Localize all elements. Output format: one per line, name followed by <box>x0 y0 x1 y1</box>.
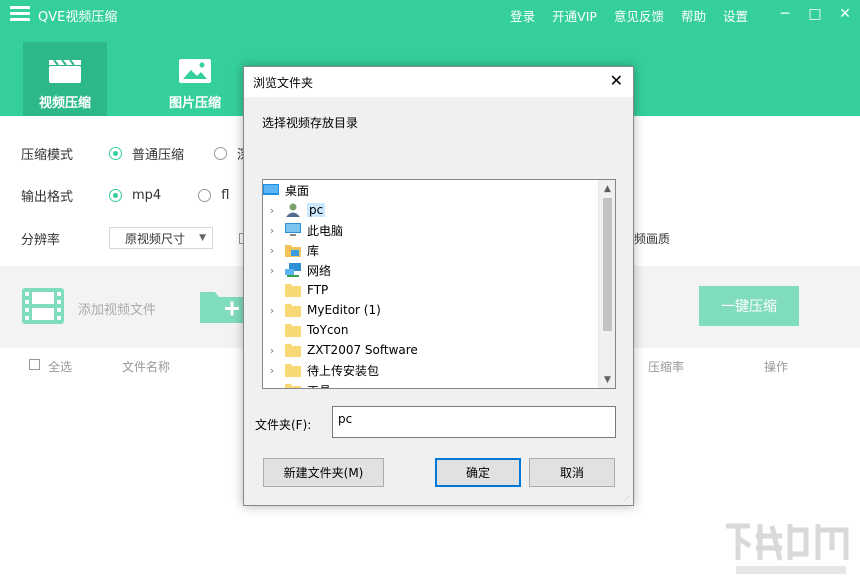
dialog-title: 浏览文件夹 <box>253 74 313 91</box>
folder-label: 文件夹(F): <box>255 416 311 433</box>
resize-grip-icon[interactable]: ⋰ <box>623 495 631 503</box>
app-logo-icon <box>10 6 30 22</box>
window-controls: ─ □ ✕ <box>770 0 860 28</box>
computer-icon <box>285 223 301 237</box>
folder-icon <box>285 303 301 317</box>
desktop-icon <box>263 183 279 197</box>
tree-scrollbar[interactable]: ▲ ▼ <box>598 180 615 388</box>
help-link[interactable]: 帮助 <box>681 6 706 25</box>
browse-folder-dialog: 浏览文件夹 ✕ 选择视频存放目录 桌面 › pc › 此电脑 › 库 › 网络 <box>243 66 634 506</box>
chevron-right-icon[interactable]: › <box>267 224 277 237</box>
chevron-down-icon: ▼ <box>199 233 206 243</box>
folder-icon <box>285 343 301 357</box>
maximize-button[interactable]: □ <box>800 0 830 28</box>
folder-input[interactable]: pc <box>332 406 616 438</box>
folder-tree[interactable]: 桌面 › pc › 此电脑 › 库 › 网络 FTP › <box>262 179 616 389</box>
add-folder-icon[interactable] <box>199 288 245 324</box>
new-folder-button[interactable]: 新建文件夹(M) <box>263 458 384 487</box>
output-format-row: 输出格式 mp4 fl <box>21 186 259 205</box>
resolution-select[interactable]: 原视频尺寸 ▼ <box>109 227 213 249</box>
compress-mode-label: 压缩模式 <box>21 144 109 163</box>
tree-item-pending-upload[interactable]: › 待上传安装包 <box>267 360 379 380</box>
chevron-right-icon[interactable]: › <box>267 344 277 357</box>
format-flv-radio[interactable] <box>198 189 211 202</box>
format-mp4-radio[interactable] <box>109 189 122 202</box>
format-flv-label: fl <box>221 188 229 203</box>
resolution-row: 分辨率 原视频尺寸 ▼ <box>21 227 250 249</box>
chevron-right-icon[interactable]: › <box>267 364 277 377</box>
login-link[interactable]: 登录 <box>510 6 535 25</box>
tree-item-ftp[interactable]: FTP <box>267 280 328 300</box>
dialog-title-bar: 浏览文件夹 ✕ <box>244 67 633 97</box>
format-mp4-label: mp4 <box>132 188 161 203</box>
chevron-right-icon[interactable]: › <box>267 384 277 390</box>
folder-icon <box>285 283 301 297</box>
tree-item-network[interactable]: › 网络 <box>267 260 331 280</box>
folder-icon <box>285 363 301 377</box>
user-icon <box>285 203 301 217</box>
settings-link[interactable]: 设置 <box>723 6 748 25</box>
select-all-label: 全选 <box>48 358 72 375</box>
chevron-right-icon[interactable]: › <box>267 244 277 257</box>
column-file-name: 文件名称 <box>122 358 170 375</box>
feedback-link[interactable]: 意见反馈 <box>614 6 664 25</box>
film-icon[interactable] <box>21 287 65 325</box>
compress-mode-row: 压缩模式 普通压缩 深 <box>21 144 280 163</box>
tab-label: 图片压缩 <box>169 92 221 111</box>
folder-icon <box>285 323 301 337</box>
output-format-label: 输出格式 <box>21 186 109 205</box>
library-icon <box>285 243 301 257</box>
column-action: 操作 <box>764 358 788 375</box>
chevron-right-icon[interactable]: › <box>267 264 277 277</box>
column-ratio: 压缩率 <box>648 358 684 375</box>
scroll-down-icon[interactable]: ▼ <box>599 371 616 388</box>
ok-button[interactable]: 确定 <box>435 458 521 487</box>
tab-label: 视频压缩 <box>39 92 91 111</box>
network-icon <box>285 263 301 277</box>
top-links: 登录 开通VIP 意见反馈 帮助 设置 <box>510 6 748 25</box>
quality-label: 频画质 <box>634 230 670 247</box>
minimize-button[interactable]: ─ <box>770 0 800 28</box>
add-video-button[interactable]: 添加视频文件 <box>78 299 156 318</box>
chevron-right-icon[interactable]: › <box>267 304 277 317</box>
select-all-checkbox[interactable] <box>29 359 40 370</box>
tab-image-compress[interactable]: 图片压缩 <box>153 42 237 116</box>
tab-video-compress[interactable]: 视频压缩 <box>23 42 107 116</box>
tree-item-zxt2007[interactable]: › ZXT2007 Software <box>267 340 418 360</box>
dialog-close-icon[interactable]: ✕ <box>610 71 623 90</box>
chevron-right-icon[interactable]: › <box>267 204 277 217</box>
image-icon <box>178 58 212 84</box>
folder-icon <box>285 383 301 389</box>
watermark-logo <box>722 516 852 578</box>
one-click-compress-button[interactable]: 一键压缩 <box>699 286 799 326</box>
resolution-value: 原视频尺寸 <box>125 230 185 247</box>
close-button[interactable]: ✕ <box>830 0 860 28</box>
tree-item-toycon[interactable]: ToYcon <box>267 320 349 340</box>
tree-item-myeditor[interactable]: › MyEditor (1) <box>267 300 381 320</box>
tree-item-desktop[interactable]: 桌面 <box>263 180 309 200</box>
vip-link[interactable]: 开通VIP <box>552 6 597 25</box>
resolution-label: 分辨率 <box>21 229 109 248</box>
cancel-button[interactable]: 取消 <box>529 458 615 487</box>
clapperboard-icon <box>48 58 82 84</box>
mode-deep-radio[interactable] <box>214 147 227 160</box>
mode-normal-radio[interactable] <box>109 147 122 160</box>
tree-item-pc[interactable]: › pc <box>267 200 325 220</box>
scrollbar-thumb[interactable] <box>603 198 612 331</box>
dialog-description: 选择视频存放目录 <box>262 114 358 131</box>
tree-item-library[interactable]: › 库 <box>267 240 319 260</box>
scroll-up-icon[interactable]: ▲ <box>599 180 616 197</box>
tree-item-tools[interactable]: › 工具 <box>267 380 331 389</box>
tree-item-this-pc[interactable]: › 此电脑 <box>267 220 343 240</box>
app-title: QVE视频压缩 <box>38 6 117 25</box>
mode-normal-label: 普通压缩 <box>132 144 184 163</box>
